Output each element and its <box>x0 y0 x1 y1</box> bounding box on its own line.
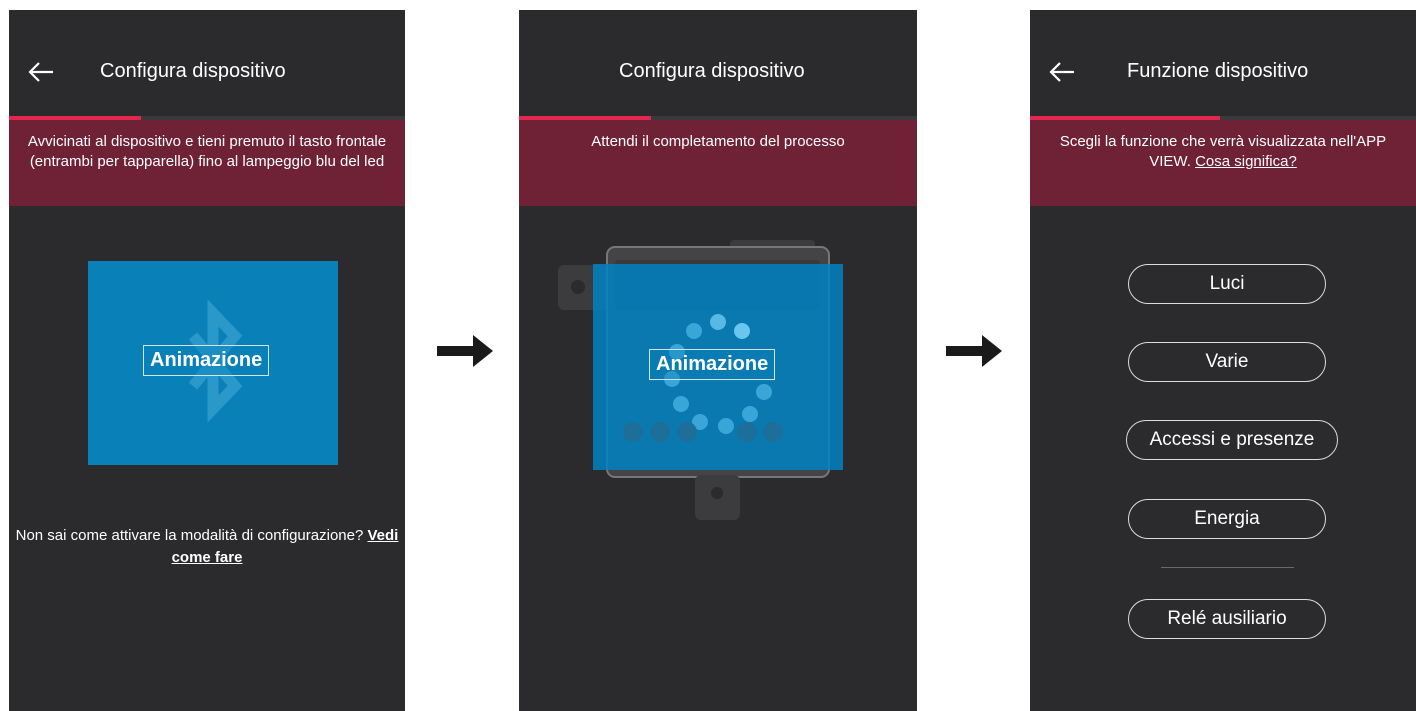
option-luci-button[interactable]: Luci <box>1128 264 1326 304</box>
page-title: Configura dispositivo <box>619 60 805 82</box>
cosa-significa-link[interactable]: Cosa significa? <box>1195 153 1297 170</box>
instruction-banner: Avvicinati al dispositivo e tieni premut… <box>9 120 405 206</box>
instruction-banner: Attendi il completamento del processo <box>519 120 917 206</box>
option-energia-button[interactable]: Energia <box>1128 499 1326 539</box>
screen-configura-dispositivo-1: Configura dispositivo Avvicinati al disp… <box>9 10 405 711</box>
instruction-text: Avvicinati al dispositivo e tieni premut… <box>27 133 387 170</box>
back-arrow-icon[interactable] <box>27 58 55 86</box>
animation-label: Animazione <box>649 349 776 380</box>
right-arrow-icon <box>946 335 1002 367</box>
help-text: Non sai come attivare la modalità di con… <box>9 525 405 569</box>
option-rele-ausiliario-button[interactable]: Relé ausiliario <box>1128 599 1326 639</box>
animation-area: Animazione <box>88 261 338 465</box>
header: Configura dispositivo <box>9 10 405 116</box>
screen-configura-dispositivo-2: Configura dispositivo Attendi il complet… <box>519 10 917 711</box>
header: Funzione dispositivo <box>1030 10 1416 116</box>
instruction-banner: Scegli la funzione che verrà visualizzat… <box>1030 120 1416 206</box>
header: Configura dispositivo <box>519 10 917 116</box>
right-arrow-icon <box>437 335 493 367</box>
divider <box>1161 567 1294 568</box>
option-accessi-presenze-button[interactable]: Accessi e presenze <box>1126 420 1338 460</box>
help-question: Non sai come attivare la modalità di con… <box>15 527 364 544</box>
animation-area: Animazione <box>593 264 843 470</box>
screen-funzione-dispositivo: Funzione dispositivo Scegli la funzione … <box>1030 10 1416 711</box>
page-title: Configura dispositivo <box>100 60 286 82</box>
page-title: Funzione dispositivo <box>1127 60 1309 82</box>
option-varie-button[interactable]: Varie <box>1128 342 1326 382</box>
back-arrow-icon[interactable] <box>1048 58 1076 86</box>
animation-label: Animazione <box>143 345 270 376</box>
instruction-text: Attendi il completamento del processo <box>591 133 845 150</box>
